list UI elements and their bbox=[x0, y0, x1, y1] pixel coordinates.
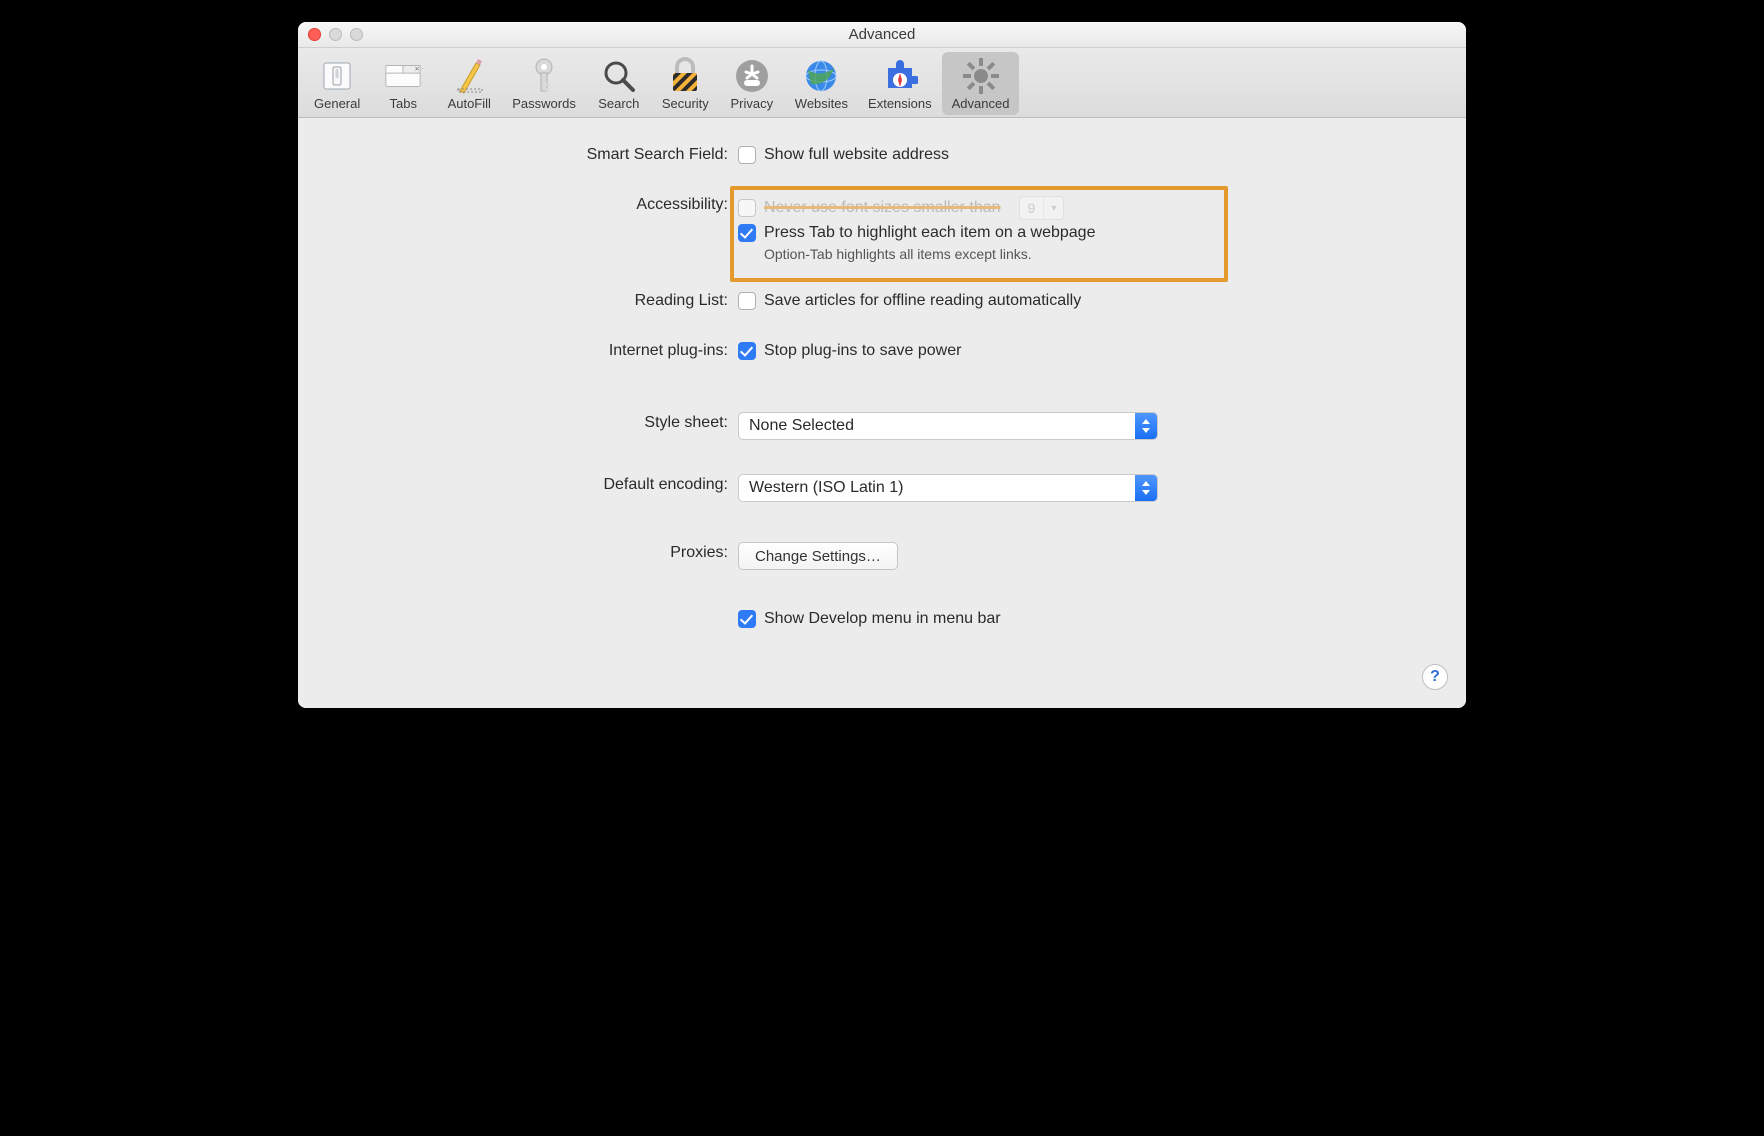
checkbox-icon bbox=[738, 199, 756, 217]
stylesheet-select[interactable]: None Selected bbox=[738, 412, 1158, 440]
row-plugins: Internet plug-ins: Stop plug-ins to save… bbox=[318, 340, 1446, 362]
checkbox-icon bbox=[738, 292, 756, 310]
tab-label: Extensions bbox=[868, 96, 932, 111]
checkbox-label: Never use font sizes smaller than bbox=[764, 199, 1001, 217]
general-icon bbox=[317, 56, 357, 96]
autofill-icon bbox=[449, 56, 489, 96]
checkbox-label: Show Develop menu in menu bar bbox=[764, 610, 1001, 628]
tabs-icon: ✕ + bbox=[383, 56, 423, 96]
window-controls bbox=[308, 28, 363, 41]
row-label: Default encoding: bbox=[318, 474, 738, 494]
checkbox-show-full-address[interactable]: Show full website address bbox=[738, 146, 949, 164]
chevron-down-icon: ▾ bbox=[1043, 197, 1063, 219]
row-reading-list: Reading List: Save articles for offline … bbox=[318, 290, 1446, 312]
close-window-button[interactable] bbox=[308, 28, 321, 41]
tab-highlight-note: Option-Tab highlights all items except l… bbox=[764, 246, 1032, 262]
tab-tabs[interactable]: ✕ + Tabs bbox=[370, 52, 436, 115]
encoding-select[interactable]: Western (ISO Latin 1) bbox=[738, 474, 1158, 502]
tab-label: AutoFill bbox=[448, 96, 491, 111]
checkbox-develop-menu[interactable]: Show Develop menu in menu bar bbox=[738, 610, 1001, 628]
checkbox-label: Stop plug-ins to save power bbox=[764, 342, 961, 360]
tab-advanced[interactable]: Advanced bbox=[942, 52, 1020, 115]
titlebar: Advanced bbox=[298, 22, 1466, 48]
tab-label: Search bbox=[598, 96, 639, 111]
help-button[interactable]: ? bbox=[1422, 664, 1448, 690]
row-label: Accessibility: bbox=[318, 194, 738, 214]
select-value: None Selected bbox=[739, 417, 1135, 435]
row-accessibility: Accessibility: Never use font sizes smal… bbox=[318, 194, 1446, 262]
row-label: Smart Search Field: bbox=[318, 144, 738, 164]
svg-text:✕ +: ✕ + bbox=[415, 66, 424, 73]
select-arrows-icon bbox=[1135, 413, 1157, 439]
tab-label: Tabs bbox=[390, 96, 417, 111]
content-pane: Smart Search Field: Show full website ad… bbox=[298, 118, 1466, 708]
checkbox-min-font-size[interactable]: Never use font sizes smaller than 9 ▾ bbox=[738, 196, 1064, 220]
preferences-window: Advanced General ✕ + Tabs AutoFill Passw… bbox=[298, 22, 1466, 708]
checkbox-save-offline[interactable]: Save articles for offline reading automa… bbox=[738, 292, 1081, 310]
tab-general[interactable]: General bbox=[304, 52, 370, 115]
tab-extensions[interactable]: Extensions bbox=[858, 52, 942, 115]
tab-security[interactable]: Security bbox=[652, 52, 719, 115]
row-proxies: Proxies: Change Settings… bbox=[318, 542, 1446, 570]
row-label: Style sheet: bbox=[318, 412, 738, 432]
preferences-toolbar: General ✕ + Tabs AutoFill Passwords Sear… bbox=[298, 48, 1466, 118]
help-icon: ? bbox=[1430, 668, 1440, 686]
row-label bbox=[318, 608, 738, 610]
search-icon bbox=[599, 56, 639, 96]
checkbox-icon bbox=[738, 342, 756, 360]
passwords-icon bbox=[524, 56, 564, 96]
button-label: Change Settings… bbox=[755, 548, 881, 565]
tab-label: Websites bbox=[795, 96, 848, 111]
row-label: Internet plug-ins: bbox=[318, 340, 738, 360]
row-smart-search: Smart Search Field: Show full website ad… bbox=[318, 144, 1446, 166]
tab-websites[interactable]: Websites bbox=[785, 52, 858, 115]
tab-label: Passwords bbox=[512, 96, 576, 111]
tab-label: Advanced bbox=[952, 96, 1010, 111]
checkbox-label: Show full website address bbox=[764, 146, 949, 164]
advanced-icon bbox=[961, 56, 1001, 96]
checkbox-icon bbox=[738, 610, 756, 628]
checkbox-tab-highlight[interactable]: Press Tab to highlight each item on a we… bbox=[738, 224, 1095, 242]
security-icon bbox=[665, 56, 705, 96]
select-value: Western (ISO Latin 1) bbox=[739, 479, 1135, 497]
window-title: Advanced bbox=[849, 26, 916, 43]
min-font-size-stepper[interactable]: 9 ▾ bbox=[1019, 196, 1065, 220]
row-encoding: Default encoding: Western (ISO Latin 1) bbox=[318, 474, 1446, 502]
tab-privacy[interactable]: Privacy bbox=[719, 52, 785, 115]
row-label: Reading List: bbox=[318, 290, 738, 310]
tab-label: Security bbox=[662, 96, 709, 111]
checkbox-stop-plugins[interactable]: Stop plug-ins to save power bbox=[738, 342, 961, 360]
stepper-value: 9 bbox=[1020, 200, 1044, 216]
tab-autofill[interactable]: AutoFill bbox=[436, 52, 502, 115]
websites-icon bbox=[801, 56, 841, 96]
row-develop: Show Develop menu in menu bar bbox=[318, 608, 1446, 630]
zoom-window-button[interactable] bbox=[350, 28, 363, 41]
select-arrows-icon bbox=[1135, 475, 1157, 501]
extensions-icon bbox=[880, 56, 920, 96]
checkbox-label: Save articles for offline reading automa… bbox=[764, 292, 1081, 310]
tab-label: Privacy bbox=[730, 96, 773, 111]
row-label: Proxies: bbox=[318, 542, 738, 562]
checkbox-label: Press Tab to highlight each item on a we… bbox=[764, 224, 1095, 242]
change-settings-button[interactable]: Change Settings… bbox=[738, 542, 898, 570]
tab-search[interactable]: Search bbox=[586, 52, 652, 115]
tab-label: General bbox=[314, 96, 360, 111]
privacy-icon bbox=[732, 56, 772, 96]
minimize-window-button[interactable] bbox=[329, 28, 342, 41]
row-stylesheet: Style sheet: None Selected bbox=[318, 412, 1446, 440]
checkbox-icon bbox=[738, 146, 756, 164]
checkbox-icon bbox=[738, 224, 756, 242]
tab-passwords[interactable]: Passwords bbox=[502, 52, 586, 115]
